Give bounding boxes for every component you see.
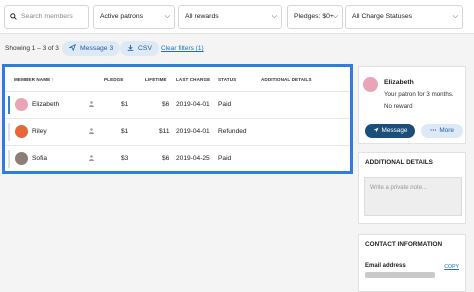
more-button[interactable]: ⋯ More — [421, 124, 463, 138]
avatar — [363, 77, 378, 92]
person-icon — [89, 128, 94, 134]
contact-information-card: CONTACT INFORMATION Email address COPY — [358, 234, 466, 292]
last-charge-date: 2019-04-01 — [176, 128, 210, 135]
column-header-status[interactable]: STATUS — [218, 77, 236, 82]
patron-status-value: Active patrons — [100, 13, 144, 20]
email-label: Email address — [365, 263, 406, 269]
lifetime-amount: $11 — [159, 128, 170, 135]
last-charge-date: 2019-04-01 — [176, 101, 210, 108]
download-icon — [127, 44, 134, 51]
chevron-down-icon: ⌵ — [452, 13, 458, 20]
row-selection-indicator — [8, 150, 10, 168]
table-row[interactable]: Elizabeth $1 $6 2019-04-01 Paid — [5, 91, 350, 117]
search-icon — [10, 13, 17, 20]
member-name: Elizabeth — [32, 101, 60, 108]
avatar — [15, 152, 28, 165]
patron-duration: Your patron for 3 months. — [384, 91, 454, 98]
clear-filters-link[interactable]: Clear filters (1) — [161, 45, 204, 52]
search-placeholder: Search members — [21, 13, 73, 20]
results-count: Showing 1 – 3 of 3 — [5, 45, 59, 52]
column-header-lifetime[interactable]: LIFETIME — [145, 77, 167, 82]
person-icon — [89, 155, 94, 161]
row-selection-indicator — [8, 96, 10, 114]
pledge-amount: $3 — [121, 155, 129, 162]
message-button-label: Message — [381, 127, 408, 134]
member-name-header-label: MEMBER NAME — [14, 77, 51, 82]
lifetime-amount: $6 — [162, 155, 170, 162]
members-table: MEMBER NAME ↑ PLEDGE LIFETIME LAST CHARG… — [2, 64, 353, 174]
pledges-select[interactable]: Pledges: $0+ ⌵ — [287, 5, 343, 29]
message-all-label: Message 3 — [80, 45, 114, 52]
message-all-button[interactable]: Message 3 — [62, 41, 121, 56]
column-header-additional-details: ADDITIONAL DETAILS — [261, 77, 312, 82]
search-input[interactable]: Search members — [4, 5, 89, 29]
chevron-down-icon: ⌵ — [164, 13, 170, 20]
private-note-textarea[interactable]: Write a private note... — [364, 177, 462, 216]
private-note-placeholder: Write a private note... — [370, 185, 427, 191]
ellipsis-icon: ⋯ — [430, 127, 437, 134]
last-charge-date: 2019-04-25 — [176, 155, 210, 162]
additional-details-title: ADDITIONAL DETAILS — [365, 159, 433, 166]
send-icon — [373, 127, 378, 133]
member-name: Sofia — [32, 155, 48, 162]
results-toolbar: Showing 1 – 3 of 3 Message 3 CSV Clear f… — [0, 39, 352, 57]
profile-name: Elizabeth — [384, 79, 414, 86]
send-icon — [68, 43, 77, 52]
csv-label: CSV — [138, 45, 152, 52]
chevron-down-icon: ⌵ — [332, 13, 338, 20]
table-row[interactable]: Riley $1 $11 2019-04-01 Refunded — [5, 118, 350, 144]
charge-status-value: All Charge Statuses — [352, 13, 413, 20]
message-button[interactable]: Message — [365, 124, 415, 138]
copy-email-link[interactable]: COPY — [444, 264, 459, 270]
charge-status: Paid — [218, 155, 232, 162]
patron-status-select[interactable]: Active patrons ⌵ — [93, 5, 175, 29]
contact-information-title: CONTACT INFORMATION — [365, 241, 443, 248]
pledge-amount: $1 — [121, 101, 129, 108]
rewards-select[interactable]: All rewards ⌵ — [178, 5, 282, 29]
csv-download-button[interactable]: CSV — [120, 41, 159, 56]
more-button-label: More — [439, 127, 454, 134]
pledges-value: Pledges: $0+ — [294, 13, 334, 20]
sort-arrow-icon: ↑ — [51, 77, 55, 82]
pledge-amount: $1 — [121, 128, 129, 135]
table-row[interactable]: Sofia $3 $6 2019-04-25 Paid — [5, 145, 350, 171]
charge-status: Refunded — [218, 128, 247, 135]
column-header-pledge[interactable]: PLEDGE — [104, 77, 124, 82]
reward-tier: No reward — [384, 103, 413, 110]
member-name: Riley — [32, 128, 47, 135]
member-profile-card: Elizabeth Your patron for 3 months. No r… — [358, 66, 466, 144]
email-value-redacted — [365, 272, 435, 278]
chevron-down-icon: ⌵ — [271, 13, 277, 20]
charge-status: Paid — [218, 101, 232, 108]
avatar — [15, 125, 28, 138]
rewards-value: All rewards — [185, 13, 219, 20]
column-header-last-charge[interactable]: LAST CHARGE — [176, 77, 210, 82]
additional-details-card: ADDITIONAL DETAILS Write a private note.… — [358, 152, 466, 224]
row-selection-indicator — [8, 123, 10, 141]
charge-status-select[interactable]: All Charge Statuses ⌵ — [345, 5, 463, 29]
lifetime-amount: $6 — [162, 101, 170, 108]
person-icon — [89, 101, 94, 107]
avatar — [15, 98, 28, 111]
filter-bar: Search members Active patrons ⌵ All rewa… — [0, 0, 474, 34]
column-header-member-name[interactable]: MEMBER NAME ↑ — [14, 77, 54, 82]
